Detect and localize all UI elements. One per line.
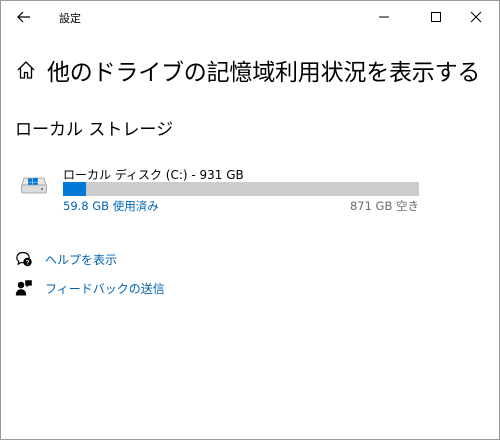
close-button[interactable]: [453, 1, 499, 33]
send-feedback-link[interactable]: フィードバックの送信: [15, 278, 165, 298]
maximize-icon: [431, 12, 441, 22]
local-storage-heading: ローカル ストレージ: [15, 120, 174, 140]
svg-text:?: ?: [26, 259, 30, 266]
close-icon: [470, 11, 482, 23]
home-icon[interactable]: [15, 59, 37, 81]
windows-drive-icon: [21, 177, 47, 194]
storage-usage-bar: [63, 182, 419, 196]
storage-usage-fill: [63, 182, 86, 196]
window-title: 設定: [59, 12, 81, 25]
get-help-link[interactable]: ? ヘルプを表示: [15, 249, 117, 269]
help-chat-icon: ?: [16, 251, 32, 266]
page-header: 他のドライブの記憶域利用状況を表示する: [15, 53, 480, 87]
title-bar: 設定: [1, 1, 499, 33]
minimize-button[interactable]: [361, 1, 407, 33]
back-arrow-icon: [17, 11, 30, 23]
free-space-label: 871 GB 空き: [349, 199, 419, 213]
page-title: 他のドライブの記憶域利用状況を表示する: [47, 60, 481, 86]
minimize-icon: [379, 16, 389, 18]
settings-window: 設定 他のドライブの記憶域利用状況を表示する ローカル ストレージ ローカル デ…: [0, 0, 500, 440]
get-help-label: ヘルプを表示: [45, 252, 118, 267]
drive-name: ローカル ディスク (C:) - 931 GB: [63, 168, 244, 182]
send-feedback-label: フィードバックの送信: [45, 281, 165, 296]
used-space-label: 59.8 GB 使用済み: [63, 199, 159, 213]
back-button[interactable]: [1, 1, 47, 33]
drive-item-c[interactable]: ローカル ディスク (C:) - 931 GB 59.8 GB 使用済み 871…: [19, 163, 429, 219]
feedback-person-icon: [15, 280, 32, 296]
